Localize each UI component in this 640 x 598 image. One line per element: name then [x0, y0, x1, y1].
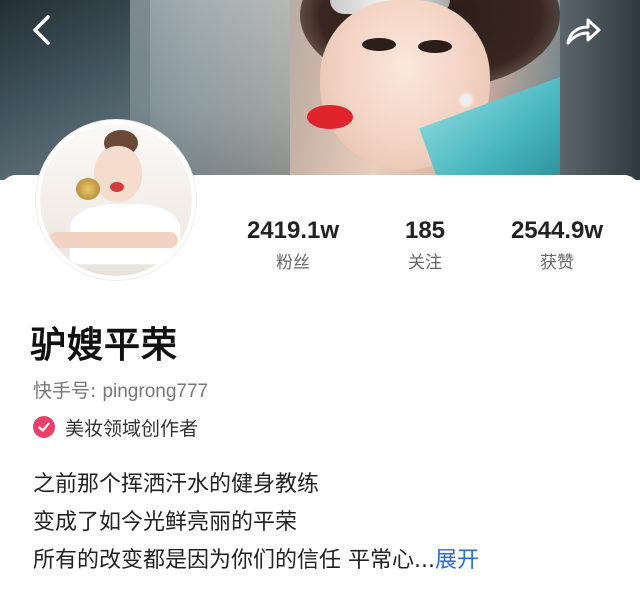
fans-count: 2419.1w — [246, 217, 340, 244]
cover-earring — [460, 94, 472, 106]
fans-stat[interactable]: 2419.1w 粉丝 — [235, 218, 351, 278]
avatar-mouth — [110, 182, 124, 192]
check-badge-icon — [33, 416, 55, 438]
fans-label: 粉丝 — [276, 253, 310, 273]
certification-text: 美妆领域创作者 — [65, 417, 199, 440]
profile-bio: 之前那个挥洒汗水的健身教练 变成了如今光鲜亮丽的平荣 所有的改变都是因为你们的信… — [33, 466, 623, 580]
bio-line-last: 所有的改变都是因为你们的信任 平常心...展开 — [33, 542, 623, 580]
cover-lips — [307, 105, 353, 129]
kwai-id-row[interactable]: 快手号: pingrong777 — [33, 376, 208, 403]
avatar[interactable] — [36, 120, 196, 280]
cover-eye — [418, 40, 452, 53]
following-stat[interactable]: 185 关注 — [395, 218, 455, 278]
back-button[interactable] — [22, 10, 62, 50]
following-label: 关注 — [408, 253, 442, 273]
profile-name: 驴嫂平荣 — [30, 325, 179, 366]
avatar-face — [94, 146, 142, 202]
avatar-arm — [48, 232, 178, 248]
likes-label: 获赞 — [540, 253, 574, 273]
following-count: 185 — [404, 217, 446, 244]
kwai-id-value: pingrong777 — [102, 381, 209, 402]
likes-stat[interactable]: 2544.9w 获赞 — [499, 218, 615, 278]
share-button[interactable] — [563, 12, 603, 52]
avatar-gold-object — [76, 178, 100, 200]
cover-eye — [362, 38, 396, 51]
chevron-left-icon — [33, 15, 50, 45]
bio-line: 变成了如今光鲜亮丽的平荣 — [33, 510, 298, 535]
stats-row: 2419.1w 粉丝 185 关注 2544.9w 获赞 — [235, 218, 615, 278]
share-arrow-icon — [566, 18, 601, 45]
bio-line: 之前那个挥洒汗水的健身教练 — [33, 472, 320, 497]
kwai-id-label: 快手号: — [33, 380, 103, 402]
creator-certification[interactable]: 美妆领域创作者 — [33, 414, 198, 440]
likes-count: 2544.9w — [510, 217, 604, 244]
bio-line-text: 所有的改变都是因为你们的信任 平常心... — [33, 548, 435, 573]
expand-link[interactable]: 展开 — [435, 548, 479, 573]
avatar-photo — [40, 124, 192, 276]
